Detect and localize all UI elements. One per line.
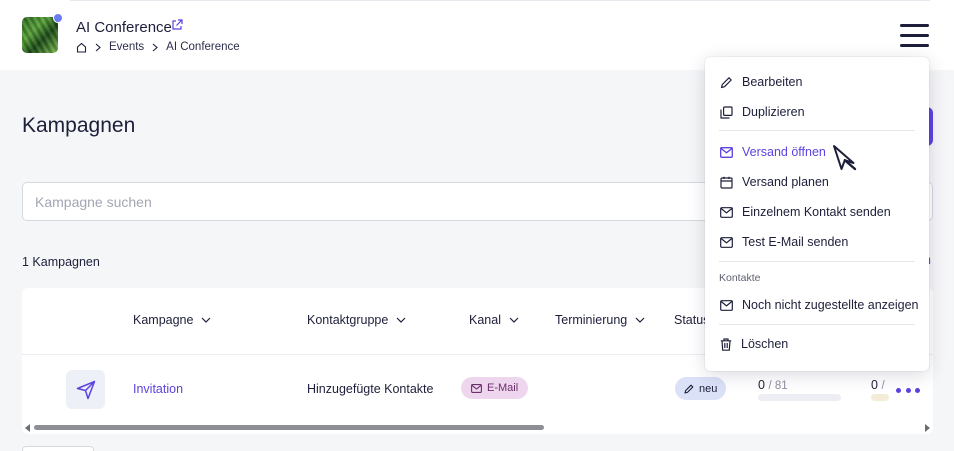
menu-item-send-single-contact[interactable]: Einzelnem Kontakt senden xyxy=(705,199,929,225)
delivery-progress-text: 0 / 81 xyxy=(758,378,788,392)
delivery-progress-bar xyxy=(758,394,841,401)
channel-badge: E-Mail xyxy=(461,377,529,399)
campaign-name-link[interactable]: Invitation xyxy=(133,382,183,396)
scroll-track[interactable] xyxy=(34,425,922,430)
duplicate-icon xyxy=(720,105,733,119)
column-header-kampagne[interactable]: Kampagne xyxy=(133,313,211,327)
menu-item-schedule-dispatch[interactable]: Versand planen xyxy=(705,169,929,195)
event-title[interactable]: AI Conference xyxy=(76,19,172,36)
menu-divider xyxy=(719,261,915,262)
breadcrumb: Events AI Conference xyxy=(76,40,240,54)
pagination-control[interactable] xyxy=(22,446,94,451)
horizontal-scrollbar[interactable] xyxy=(22,420,933,434)
chevron-right-icon xyxy=(95,43,101,51)
column-header-terminierung[interactable]: Terminierung xyxy=(555,313,645,327)
column-header-kanal[interactable]: Kanal xyxy=(469,313,519,327)
menu-item-send-test-email[interactable]: Test E-Mail senden xyxy=(705,229,929,255)
page-title: Kampagnen xyxy=(22,114,136,137)
calendar-icon xyxy=(720,176,733,189)
open-progress-text: 0 / xyxy=(871,378,885,392)
hamburger-menu-icon[interactable] xyxy=(900,24,929,48)
contact-group-cell: Hinzugefügte Kontakte xyxy=(307,382,434,396)
envelope-icon xyxy=(720,299,733,311)
menu-divider xyxy=(719,324,915,325)
chevron-down-icon xyxy=(202,317,211,323)
chevron-right-icon xyxy=(152,43,159,51)
event-thumbnail[interactable] xyxy=(22,17,58,53)
context-menu: Bearbeiten Duplizieren Versand öffnen Ve… xyxy=(705,57,929,371)
menu-section-label: Kontakte xyxy=(719,272,761,284)
trash-icon xyxy=(720,337,732,351)
status-badge: neu xyxy=(675,377,727,400)
breadcrumb-current[interactable]: AI Conference xyxy=(166,41,240,53)
menu-divider xyxy=(719,130,915,131)
external-link-icon[interactable] xyxy=(171,19,183,31)
status-dot xyxy=(53,13,63,23)
envelope-icon xyxy=(471,383,482,393)
chevron-down-icon xyxy=(509,317,519,323)
envelope-icon xyxy=(720,236,733,248)
campaign-count: 1 Kampagnen xyxy=(22,255,100,269)
envelope-icon xyxy=(720,206,733,218)
campaign-type-icon xyxy=(66,370,105,409)
scroll-right-arrow-icon[interactable] xyxy=(925,424,930,432)
breadcrumb-events[interactable]: Events xyxy=(109,41,144,53)
envelope-icon xyxy=(720,146,733,158)
more-actions-button[interactable] xyxy=(896,385,920,395)
menu-item-duplicate[interactable]: Duplizieren xyxy=(705,99,929,125)
column-header-kontaktgruppe[interactable]: Kontaktgruppe xyxy=(307,313,406,327)
chevron-down-icon xyxy=(396,317,406,323)
menu-item-delete[interactable]: Löschen xyxy=(705,331,929,357)
send-icon xyxy=(76,380,95,399)
open-progress-bar xyxy=(871,394,889,401)
menu-item-edit[interactable]: Bearbeiten xyxy=(705,69,929,95)
menu-item-open-dispatch[interactable]: Versand öffnen xyxy=(705,139,929,165)
header-top-border xyxy=(70,0,930,3)
pencil-icon xyxy=(684,384,694,394)
scroll-left-arrow-icon[interactable] xyxy=(25,424,30,432)
pencil-icon xyxy=(720,76,732,88)
chevron-down-icon xyxy=(635,317,645,323)
home-icon[interactable] xyxy=(76,42,87,53)
scroll-thumb[interactable] xyxy=(34,425,544,430)
menu-item-show-undelivered[interactable]: Noch nicht zugestellte anzeigen xyxy=(705,292,929,318)
